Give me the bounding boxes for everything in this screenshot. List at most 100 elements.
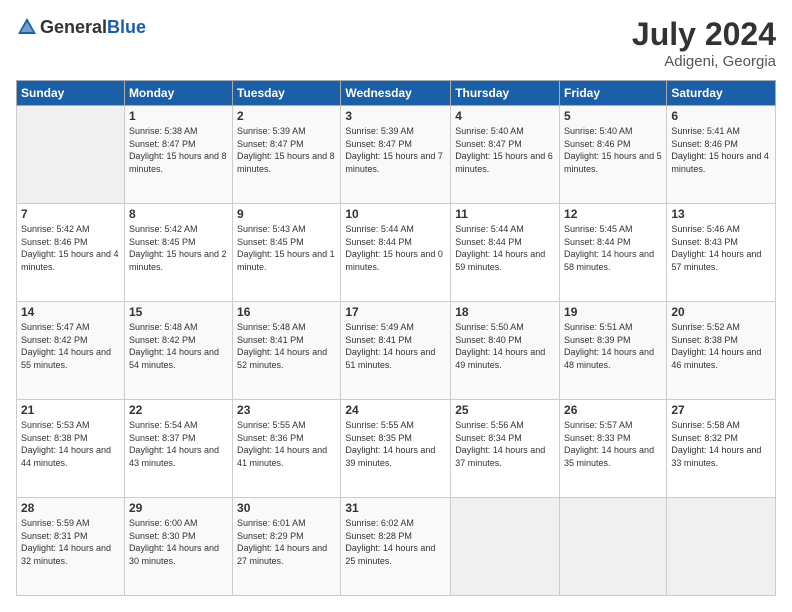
day-info: Sunrise: 5:59 AM Sunset: 8:31 PM Dayligh… <box>21 517 120 567</box>
day-info: Sunrise: 5:55 AM Sunset: 8:36 PM Dayligh… <box>237 419 336 469</box>
day-number: 28 <box>21 501 120 515</box>
day-info: Sunrise: 5:42 AM Sunset: 8:46 PM Dayligh… <box>21 223 120 273</box>
page: GeneralBlue July 2024 Adigeni, Georgia S… <box>0 0 792 612</box>
day-info: Sunrise: 5:43 AM Sunset: 8:45 PM Dayligh… <box>237 223 336 273</box>
day-info: Sunrise: 5:48 AM Sunset: 8:42 PM Dayligh… <box>129 321 228 371</box>
day-number: 20 <box>671 305 771 319</box>
calendar-week-row: 7 Sunrise: 5:42 AM Sunset: 8:46 PM Daylig… <box>17 204 776 302</box>
calendar-day-cell: 21 Sunrise: 5:53 AM Sunset: 8:38 PM Dayli… <box>17 400 125 498</box>
day-number: 9 <box>237 207 336 221</box>
day-info: Sunrise: 5:42 AM Sunset: 8:45 PM Dayligh… <box>129 223 228 273</box>
day-info: Sunrise: 5:45 AM Sunset: 8:44 PM Dayligh… <box>564 223 662 273</box>
day-number: 13 <box>671 207 771 221</box>
day-number: 4 <box>455 109 555 123</box>
weekday-header-cell: Friday <box>560 81 667 106</box>
day-number: 2 <box>237 109 336 123</box>
day-number: 18 <box>455 305 555 319</box>
logo: GeneralBlue <box>16 16 146 38</box>
day-number: 23 <box>237 403 336 417</box>
day-number: 19 <box>564 305 662 319</box>
day-info: Sunrise: 5:54 AM Sunset: 8:37 PM Dayligh… <box>129 419 228 469</box>
calendar-day-cell <box>17 106 125 204</box>
day-info: Sunrise: 5:56 AM Sunset: 8:34 PM Dayligh… <box>455 419 555 469</box>
day-info: Sunrise: 5:58 AM Sunset: 8:32 PM Dayligh… <box>671 419 771 469</box>
day-number: 29 <box>129 501 228 515</box>
day-number: 24 <box>345 403 446 417</box>
calendar-day-cell: 14 Sunrise: 5:47 AM Sunset: 8:42 PM Dayli… <box>17 302 125 400</box>
calendar-week-row: 21 Sunrise: 5:53 AM Sunset: 8:38 PM Dayli… <box>17 400 776 498</box>
calendar-day-cell: 28 Sunrise: 5:59 AM Sunset: 8:31 PM Dayli… <box>17 498 125 596</box>
day-info: Sunrise: 5:53 AM Sunset: 8:38 PM Dayligh… <box>21 419 120 469</box>
day-info: Sunrise: 5:38 AM Sunset: 8:47 PM Dayligh… <box>129 125 228 175</box>
calendar-week-row: 14 Sunrise: 5:47 AM Sunset: 8:42 PM Dayli… <box>17 302 776 400</box>
calendar-day-cell <box>667 498 776 596</box>
calendar-day-cell: 20 Sunrise: 5:52 AM Sunset: 8:38 PM Dayli… <box>667 302 776 400</box>
day-info: Sunrise: 5:40 AM Sunset: 8:46 PM Dayligh… <box>564 125 662 175</box>
calendar-day-cell: 29 Sunrise: 6:00 AM Sunset: 8:30 PM Dayli… <box>124 498 232 596</box>
calendar-day-cell: 5Sunrise: 5:40 AM Sunset: 8:46 PM Daylig… <box>560 106 667 204</box>
day-number: 15 <box>129 305 228 319</box>
logo-text: GeneralBlue <box>40 17 146 38</box>
day-info: Sunrise: 5:49 AM Sunset: 8:41 PM Dayligh… <box>345 321 446 371</box>
calendar-day-cell: 4Sunrise: 5:40 AM Sunset: 8:47 PM Daylig… <box>451 106 560 204</box>
day-number: 26 <box>564 403 662 417</box>
calendar-week-row: 1 Sunrise: 5:38 AM Sunset: 8:47 PM Daylig… <box>17 106 776 204</box>
weekday-header-row: SundayMondayTuesdayWednesdayThursdayFrid… <box>17 81 776 106</box>
day-number: 17 <box>345 305 446 319</box>
day-number: 10 <box>345 207 446 221</box>
weekday-header-cell: Saturday <box>667 81 776 106</box>
day-info: Sunrise: 5:52 AM Sunset: 8:38 PM Dayligh… <box>671 321 771 371</box>
day-info: Sunrise: 5:51 AM Sunset: 8:39 PM Dayligh… <box>564 321 662 371</box>
day-info: Sunrise: 5:47 AM Sunset: 8:42 PM Dayligh… <box>21 321 120 371</box>
calendar-day-cell: 11 Sunrise: 5:44 AM Sunset: 8:44 PM Dayli… <box>451 204 560 302</box>
calendar-day-cell: 10 Sunrise: 5:44 AM Sunset: 8:44 PM Dayli… <box>341 204 451 302</box>
day-number: 31 <box>345 501 446 515</box>
day-info: Sunrise: 5:44 AM Sunset: 8:44 PM Dayligh… <box>455 223 555 273</box>
day-number: 21 <box>21 403 120 417</box>
calendar-day-cell: 3 Sunrise: 5:39 AM Sunset: 8:47 PM Daylig… <box>341 106 451 204</box>
day-number: 1 <box>129 109 228 123</box>
calendar-day-cell: 27 Sunrise: 5:58 AM Sunset: 8:32 PM Dayli… <box>667 400 776 498</box>
title-block: July 2024 Adigeni, Georgia <box>632 16 776 70</box>
calendar-day-cell: 18Sunrise: 5:50 AM Sunset: 8:40 PM Dayli… <box>451 302 560 400</box>
calendar-day-cell: 17 Sunrise: 5:49 AM Sunset: 8:41 PM Dayli… <box>341 302 451 400</box>
day-number: 11 <box>455 207 555 221</box>
day-number: 14 <box>21 305 120 319</box>
day-info: Sunrise: 6:02 AM Sunset: 8:28 PM Dayligh… <box>345 517 446 567</box>
calendar-day-cell <box>451 498 560 596</box>
calendar-day-cell: 26Sunrise: 5:57 AM Sunset: 8:33 PM Dayli… <box>560 400 667 498</box>
day-number: 27 <box>671 403 771 417</box>
day-info: Sunrise: 5:39 AM Sunset: 8:47 PM Dayligh… <box>237 125 336 175</box>
header: GeneralBlue July 2024 Adigeni, Georgia <box>16 16 776 70</box>
calendar-day-cell: 7 Sunrise: 5:42 AM Sunset: 8:46 PM Daylig… <box>17 204 125 302</box>
day-info: Sunrise: 5:39 AM Sunset: 8:47 PM Dayligh… <box>345 125 446 175</box>
day-info: Sunrise: 6:00 AM Sunset: 8:30 PM Dayligh… <box>129 517 228 567</box>
location: Adigeni, Georgia <box>632 53 776 70</box>
calendar-day-cell: 25Sunrise: 5:56 AM Sunset: 8:34 PM Dayli… <box>451 400 560 498</box>
day-number: 8 <box>129 207 228 221</box>
day-info: Sunrise: 5:46 AM Sunset: 8:43 PM Dayligh… <box>671 223 771 273</box>
calendar-day-cell: 2 Sunrise: 5:39 AM Sunset: 8:47 PM Daylig… <box>233 106 341 204</box>
calendar-day-cell: 6Sunrise: 5:41 AM Sunset: 8:46 PM Daylig… <box>667 106 776 204</box>
calendar-week-row: 28 Sunrise: 5:59 AM Sunset: 8:31 PM Dayli… <box>17 498 776 596</box>
day-number: 22 <box>129 403 228 417</box>
calendar-day-cell: 24 Sunrise: 5:55 AM Sunset: 8:35 PM Dayli… <box>341 400 451 498</box>
calendar-day-cell: 22 Sunrise: 5:54 AM Sunset: 8:37 PM Dayli… <box>124 400 232 498</box>
month-year: July 2024 <box>632 16 776 53</box>
calendar-day-cell <box>560 498 667 596</box>
day-number: 6 <box>671 109 771 123</box>
weekday-header-cell: Wednesday <box>341 81 451 106</box>
day-number: 3 <box>345 109 446 123</box>
calendar-day-cell: 9 Sunrise: 5:43 AM Sunset: 8:45 PM Daylig… <box>233 204 341 302</box>
logo-icon <box>16 16 38 38</box>
day-number: 16 <box>237 305 336 319</box>
day-info: Sunrise: 5:44 AM Sunset: 8:44 PM Dayligh… <box>345 223 446 273</box>
day-number: 7 <box>21 207 120 221</box>
day-number: 12 <box>564 207 662 221</box>
calendar-day-cell: 31 Sunrise: 6:02 AM Sunset: 8:28 PM Dayli… <box>341 498 451 596</box>
calendar-day-cell: 16Sunrise: 5:48 AM Sunset: 8:41 PM Dayli… <box>233 302 341 400</box>
weekday-header-cell: Thursday <box>451 81 560 106</box>
day-info: Sunrise: 5:55 AM Sunset: 8:35 PM Dayligh… <box>345 419 446 469</box>
calendar-day-cell: 15 Sunrise: 5:48 AM Sunset: 8:42 PM Dayli… <box>124 302 232 400</box>
weekday-header-cell: Sunday <box>17 81 125 106</box>
